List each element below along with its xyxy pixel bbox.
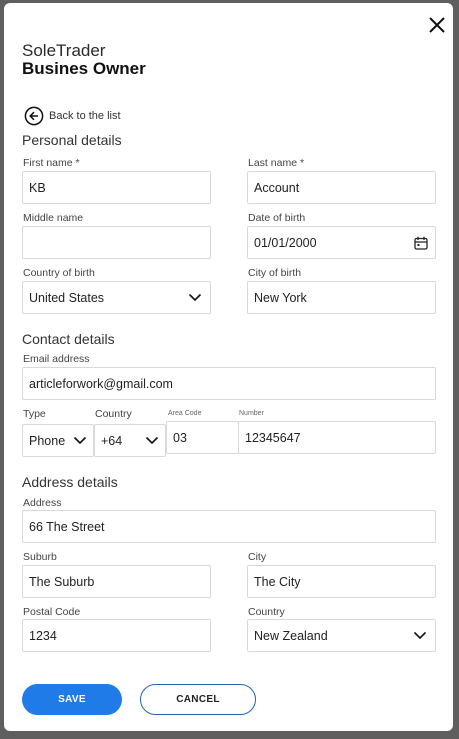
phone-number-label: Number xyxy=(239,410,264,417)
contact-details-heading: Contact details xyxy=(22,331,115,347)
phone-country-value: +64 xyxy=(101,433,123,448)
phone-country-select[interactable]: +64 xyxy=(94,424,166,457)
chevron-down-icon xyxy=(188,293,202,302)
first-name-value: KB xyxy=(29,180,46,195)
city-of-birth-label: City of birth xyxy=(248,267,302,279)
postal-code-label: Postal Code xyxy=(23,606,81,618)
chevron-down-icon xyxy=(413,631,427,640)
address-country-value: New Zealand xyxy=(254,628,328,643)
suburb-label: Suburb xyxy=(23,551,57,563)
city-input[interactable]: The City xyxy=(247,565,436,598)
last-name-label: Last name * xyxy=(248,157,305,169)
phone-country-label: Country xyxy=(95,408,132,420)
suburb-value: The Suburb xyxy=(29,574,95,589)
city-label: City xyxy=(248,551,267,563)
first-name-label: First name * xyxy=(23,157,80,169)
postal-code-input[interactable]: 1234 xyxy=(22,619,211,652)
dob-value: 01/01/2000 xyxy=(254,235,317,250)
close-icon[interactable] xyxy=(426,14,448,36)
city-value: The City xyxy=(254,574,301,589)
area-code-input[interactable]: 03 xyxy=(166,421,239,454)
calendar-icon[interactable] xyxy=(414,236,428,250)
phone-type-value: Phone xyxy=(29,433,66,448)
cancel-button[interactable]: CANCEL xyxy=(140,684,256,715)
address-label: Address xyxy=(23,497,62,509)
phone-type-select[interactable]: Phone xyxy=(22,424,94,457)
save-button[interactable]: SAVE xyxy=(22,684,122,715)
middle-name-label: Middle name xyxy=(23,212,84,224)
area-code-value: 03 xyxy=(173,430,187,445)
business-owner-modal: SoleTrader Busines Owner Back to the lis… xyxy=(4,3,453,731)
address-country-label: Country xyxy=(248,606,285,618)
phone-number-value: 12345647 xyxy=(245,430,301,445)
email-value: articleforwork@gmail.com xyxy=(29,376,173,391)
city-of-birth-input[interactable]: New York xyxy=(247,281,436,314)
phone-number-input[interactable]: 12345647 xyxy=(238,421,436,454)
phone-type-label: Type xyxy=(23,408,46,420)
dob-label: Date of birth xyxy=(248,212,306,224)
page-title: Busines Owner xyxy=(22,59,146,78)
area-code-label: Area Code xyxy=(168,410,202,417)
address-input[interactable]: 66 The Street xyxy=(22,510,436,543)
entity-type: SoleTrader xyxy=(22,41,106,60)
arrow-left-circle-icon xyxy=(24,106,44,126)
email-input[interactable]: articleforwork@gmail.com xyxy=(22,367,436,400)
first-name-input[interactable]: KB xyxy=(22,171,211,204)
country-of-birth-select[interactable]: United States xyxy=(22,281,211,314)
postal-code-value: 1234 xyxy=(29,628,57,643)
address-value: 66 The Street xyxy=(29,519,105,534)
middle-name-input[interactable] xyxy=(22,226,211,259)
city-of-birth-value: New York xyxy=(254,290,307,305)
back-to-list-link[interactable]: Back to the list xyxy=(24,106,121,126)
last-name-input[interactable]: Account xyxy=(247,171,436,204)
address-country-select[interactable]: New Zealand xyxy=(247,619,436,652)
country-of-birth-value: United States xyxy=(29,290,105,305)
chevron-down-icon xyxy=(145,436,159,445)
personal-details-heading: Personal details xyxy=(22,132,122,148)
chevron-down-icon xyxy=(73,436,87,445)
suburb-input[interactable]: The Suburb xyxy=(22,565,211,598)
dob-input[interactable]: 01/01/2000 xyxy=(247,226,436,259)
address-details-heading: Address details xyxy=(22,474,118,490)
back-label: Back to the list xyxy=(49,110,121,122)
last-name-value: Account xyxy=(254,180,300,195)
country-of-birth-label: Country of birth xyxy=(23,267,95,279)
email-label: Email address xyxy=(23,353,90,365)
